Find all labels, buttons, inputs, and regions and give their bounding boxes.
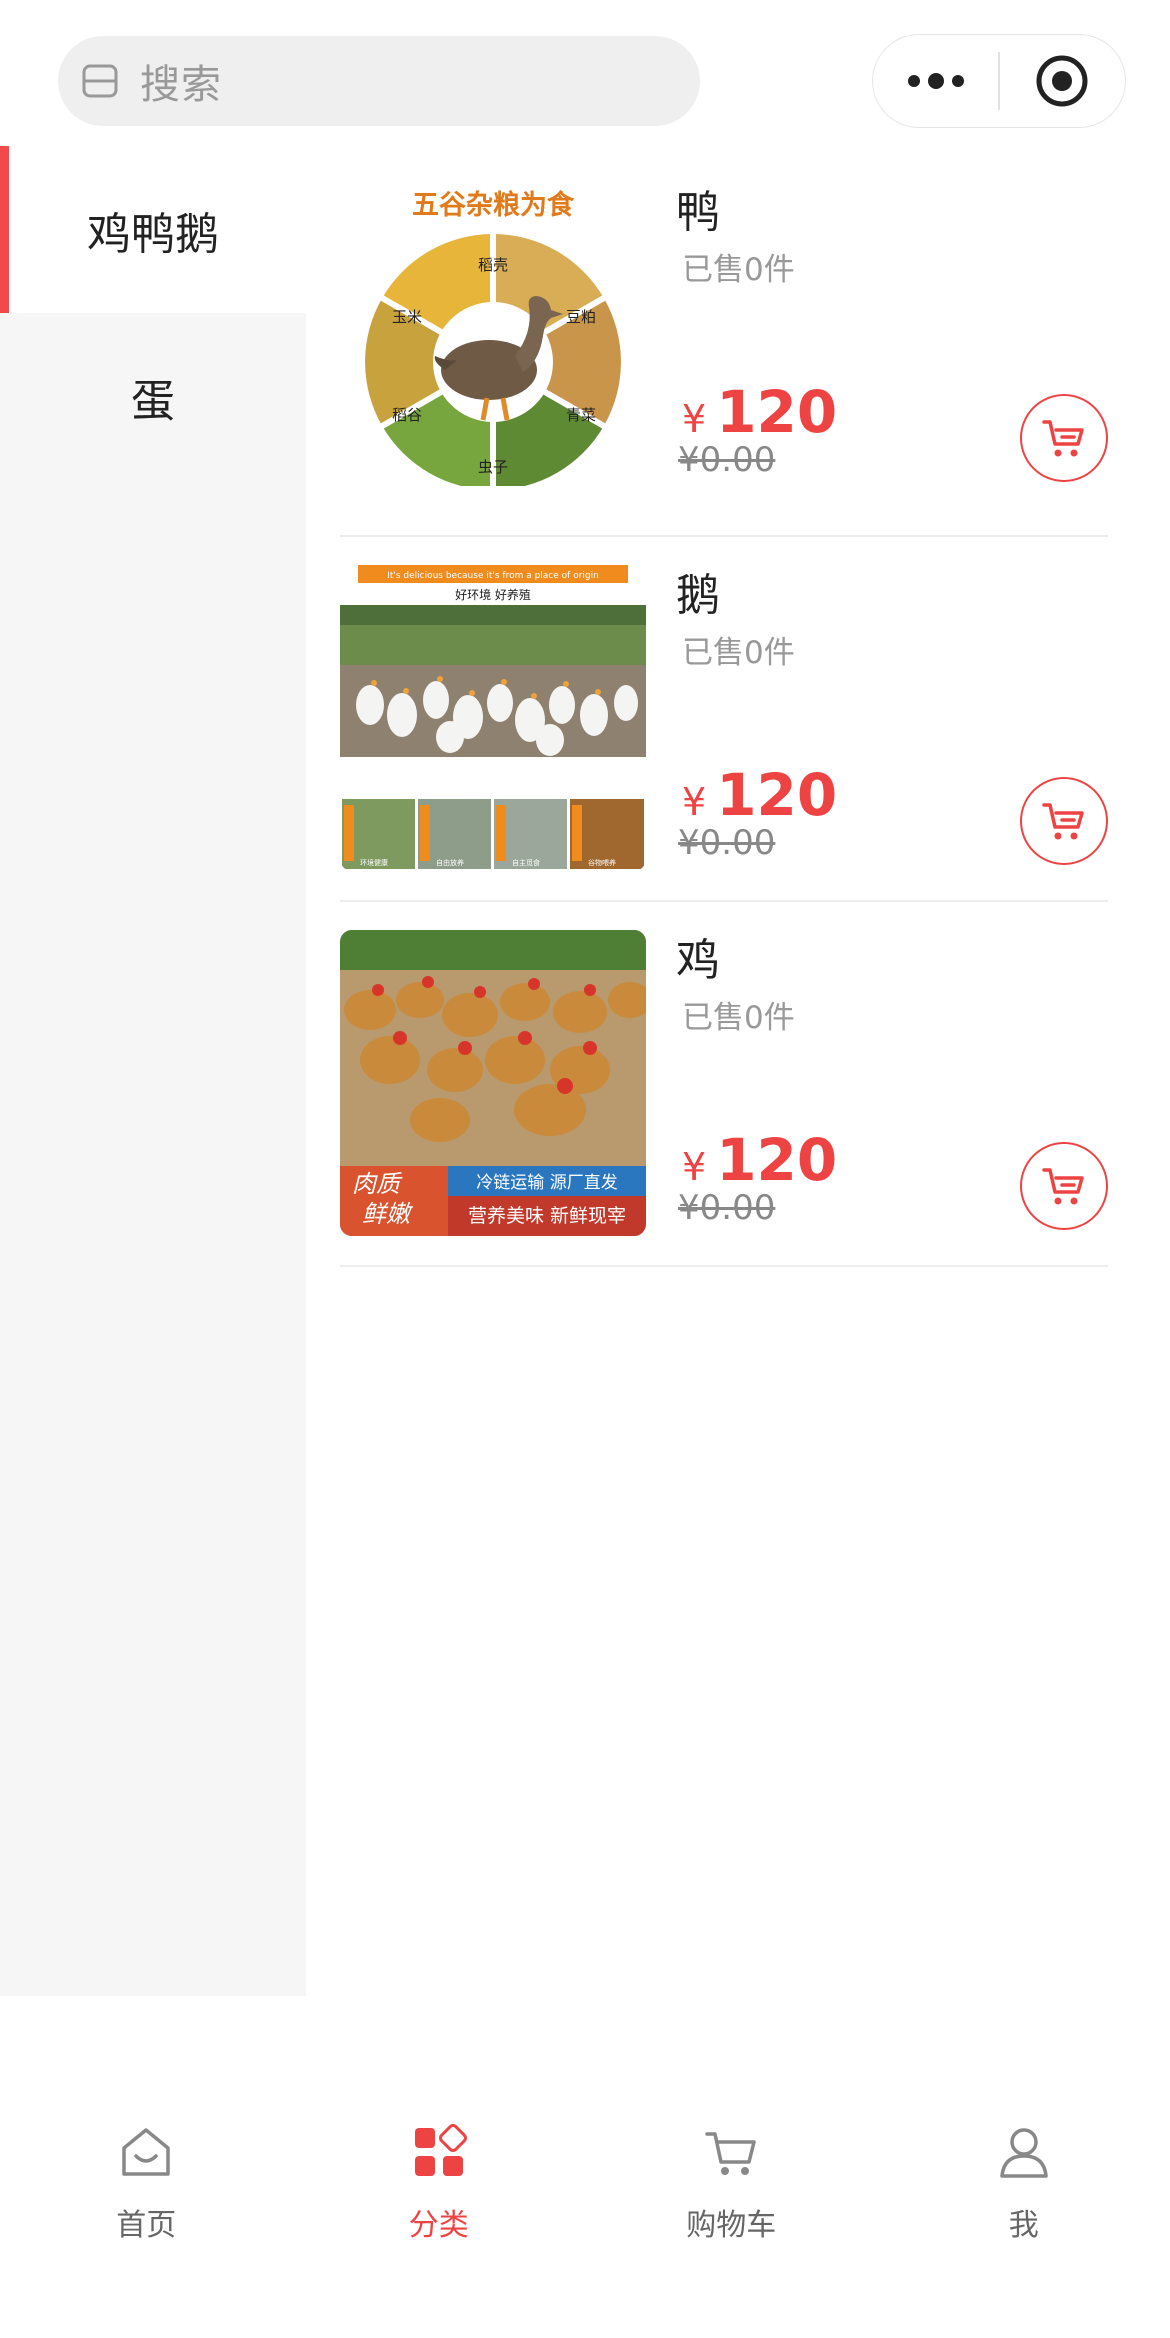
- product-image-duck[interactable]: 五谷杂粮为食 稻壳 豆粕 青菜 虫子 稻谷 玉米: [340, 180, 646, 486]
- image-badge-line2: 鲜嫩: [362, 1200, 413, 1228]
- product-price: ¥ 120: [682, 378, 837, 446]
- original-price: ¥0.00: [678, 440, 776, 480]
- image-title: 五谷杂粮为食: [412, 189, 575, 221]
- original-price: ¥0.00: [678, 1188, 776, 1228]
- bottom-tab-bar: 首页 分类 购物车 我: [0, 2100, 1170, 2338]
- goose-farm-image: It's delicious because it's from a place…: [340, 565, 646, 871]
- segment-label: 稻谷: [392, 406, 422, 424]
- currency-symbol: ¥: [682, 397, 707, 441]
- sidebar-item-label: 蛋: [131, 375, 175, 427]
- image-line1: 冷链运输 源厂直发: [476, 1173, 617, 1193]
- product-card-chicken[interactable]: 肉质 鲜嫩 冷链运输 源厂直发 营养美味 新鲜现宰 鸡 已售0件 ¥ 120 ¥…: [340, 902, 1108, 1267]
- top-bar: 搜索: [0, 0, 1170, 150]
- image-badge-line1: 肉质: [352, 1170, 403, 1198]
- product-card-goose[interactable]: It's delicious because it's from a place…: [340, 537, 1108, 902]
- segment-label: 豆粕: [566, 308, 596, 326]
- strip-label: 谷物喂养: [588, 858, 616, 867]
- product-name: 鸭: [676, 187, 720, 238]
- segment-label: 稻壳: [478, 256, 508, 274]
- sold-count: 已售0件: [682, 252, 795, 288]
- segment-label: 玉米: [392, 308, 422, 326]
- original-price: ¥0.00: [678, 823, 776, 863]
- user-icon: [1000, 2128, 1048, 2178]
- product-image-goose[interactable]: It's delicious because it's from a place…: [340, 565, 646, 871]
- tab-category[interactable]: 分类: [293, 2100, 586, 2338]
- product-image-chicken[interactable]: 肉质 鲜嫩 冷链运输 源厂直发 营养美味 新鲜现宰: [340, 930, 646, 1236]
- cart-icon: [1042, 803, 1084, 840]
- image-banner-en: It's delicious because it's from a place…: [387, 571, 599, 581]
- product-card-duck[interactable]: 五谷杂粮为食 稻壳 豆粕 青菜 虫子 稻谷 玉米 鸭 已售0件 ¥ 120 ¥0…: [340, 172, 1108, 537]
- sidebar-item-poultry[interactable]: 鸡鸭鹅: [0, 146, 306, 313]
- currency-symbol: ¥: [682, 780, 707, 824]
- segment-label: 青菜: [566, 406, 596, 424]
- sold-count: 已售0件: [682, 1000, 795, 1036]
- price-value: 120: [716, 761, 838, 829]
- target-circle-icon: [1036, 55, 1088, 107]
- product-price: ¥ 120: [682, 761, 837, 829]
- cart-icon: [1042, 1168, 1084, 1205]
- strip-label: 自由放养: [436, 858, 464, 867]
- cart-icon: [1042, 420, 1084, 457]
- category-sidebar: 鸡鸭鹅 蛋: [0, 146, 306, 1996]
- tab-cart[interactable]: 购物车: [585, 2100, 878, 2338]
- sidebar-item-eggs[interactable]: 蛋: [0, 313, 306, 480]
- strip-label: 环境健康: [360, 858, 388, 867]
- add-to-cart-button[interactable]: [1020, 777, 1108, 865]
- close-button[interactable]: [1000, 35, 1125, 127]
- add-to-cart-button[interactable]: [1020, 394, 1108, 482]
- sidebar-item-label: 鸡鸭鹅: [87, 208, 219, 260]
- segment-label: 虫子: [478, 458, 508, 476]
- add-to-cart-button[interactable]: [1020, 1142, 1108, 1230]
- more-dots-icon: [907, 73, 964, 89]
- product-list: 五谷杂粮为食 稻壳 豆粕 青菜 虫子 稻谷 玉米 鸭 已售0件 ¥ 120 ¥0…: [340, 172, 1108, 1267]
- cart-icon: [705, 2132, 756, 2175]
- scan-icon: [82, 64, 118, 98]
- category-icon: [414, 2124, 467, 2176]
- search-placeholder: 搜索: [140, 62, 222, 108]
- currency-symbol: ¥: [682, 1145, 707, 1189]
- chicken-farm-image: 肉质 鲜嫩 冷链运输 源厂直发 营养美味 新鲜现宰: [340, 930, 646, 1236]
- tab-label: 我: [1008, 2208, 1039, 2243]
- tab-label: 购物车: [686, 2208, 777, 2243]
- product-name: 鸡: [676, 935, 720, 986]
- sold-count: 已售0件: [682, 635, 795, 671]
- image-banner-cn: 好环境 好养殖: [455, 587, 531, 602]
- tab-home[interactable]: 首页: [0, 2100, 293, 2338]
- product-price: ¥ 120: [682, 1126, 837, 1194]
- price-value: 120: [716, 378, 838, 446]
- tab-label: 首页: [116, 2208, 177, 2243]
- duck-grain-image: 五谷杂粮为食 稻壳 豆粕 青菜 虫子 稻谷 玉米: [340, 180, 646, 486]
- price-value: 120: [716, 1126, 838, 1194]
- more-button[interactable]: [873, 35, 998, 127]
- product-name: 鹅: [676, 570, 720, 621]
- mini-program-capsule: [872, 34, 1126, 128]
- image-line2: 营养美味 新鲜现宰: [468, 1205, 626, 1227]
- strip-label: 自主觅食: [512, 858, 540, 867]
- search-bar[interactable]: 搜索: [58, 36, 700, 126]
- tab-label: 分类: [408, 2208, 469, 2243]
- tab-me[interactable]: 我: [878, 2100, 1170, 2338]
- home-icon: [122, 2128, 170, 2176]
